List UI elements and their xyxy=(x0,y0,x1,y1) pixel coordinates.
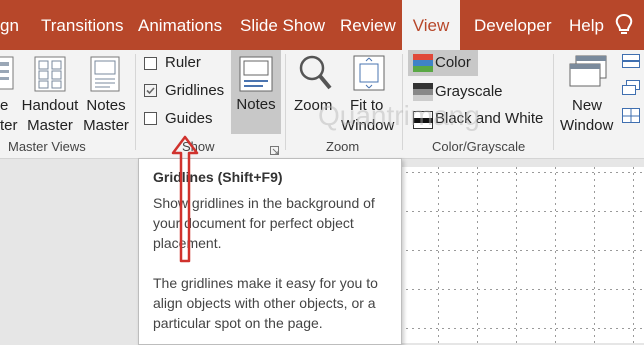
arrange-all-icon[interactable] xyxy=(622,54,640,68)
color-grayscale-group-label: Color/Grayscale xyxy=(432,139,526,154)
handout-master-label-2[interactable]: Master xyxy=(20,116,80,136)
zoom-group-label: Zoom xyxy=(326,139,360,154)
checkmark-icon xyxy=(146,87,155,95)
new-window-label-2[interactable]: Window xyxy=(560,116,613,136)
ruler-checkbox[interactable] xyxy=(144,57,157,70)
tab-help[interactable]: Help xyxy=(569,0,604,50)
new-window-icon[interactable] xyxy=(568,54,608,90)
tab-developer[interactable]: Developer xyxy=(474,0,552,50)
fit-to-window-icon[interactable] xyxy=(352,54,386,92)
handout-master-icon[interactable] xyxy=(34,56,66,92)
master-views-group-label: Master Views xyxy=(8,139,86,154)
gridlines-checkbox[interactable] xyxy=(144,84,157,97)
zoom-icon[interactable] xyxy=(298,54,332,92)
color-label: Color xyxy=(435,54,471,71)
group-divider xyxy=(135,54,136,150)
lightbulb-icon[interactable] xyxy=(612,12,636,38)
notes-master-label-2[interactable]: Master xyxy=(80,116,132,136)
gridline xyxy=(594,167,595,343)
handout-master-label-1[interactable]: Handout xyxy=(20,96,80,116)
guides-checkbox[interactable] xyxy=(144,112,157,125)
watermark: Quantrimang xyxy=(318,100,480,131)
slide-master-icon[interactable] xyxy=(0,56,14,90)
tab-animations[interactable]: Animations xyxy=(138,0,222,50)
gridline xyxy=(477,167,478,343)
group-divider xyxy=(285,54,286,150)
gridline xyxy=(400,211,644,212)
grayscale-label[interactable]: Grayscale xyxy=(435,82,503,102)
dialog-launcher-icon[interactable] xyxy=(270,142,279,155)
tab-review[interactable]: Review xyxy=(340,0,396,50)
grayscale-icon[interactable] xyxy=(413,83,433,101)
cascade-icon[interactable] xyxy=(622,80,640,96)
gridline xyxy=(438,167,439,343)
master-label-cut-2: ter xyxy=(0,117,18,134)
new-window-label-1[interactable]: New xyxy=(572,96,602,116)
ribbon-tab-bar: gn Transitions Animations Slide Show Rev… xyxy=(0,0,644,50)
gridline xyxy=(400,328,644,329)
tooltip-paragraph-2: The gridlines make it easy for you to al… xyxy=(153,275,378,331)
gridline xyxy=(555,167,556,343)
tab-design[interactable]: gn xyxy=(0,0,19,50)
notes-label: Notes xyxy=(236,96,276,113)
gridline xyxy=(400,250,644,251)
gridline xyxy=(400,289,644,290)
slide-canvas[interactable] xyxy=(400,167,644,343)
gridline xyxy=(516,167,517,343)
tab-slide-show[interactable]: Slide Show xyxy=(240,0,325,50)
tab-transitions[interactable]: Transitions xyxy=(41,0,124,50)
master-label-cut-1: e xyxy=(0,97,9,114)
gridlines-label[interactable]: Gridlines xyxy=(165,81,224,101)
gridline xyxy=(400,172,644,173)
tab-view[interactable]: View xyxy=(402,0,460,50)
ruler-label[interactable]: Ruler xyxy=(165,53,201,73)
group-divider xyxy=(553,54,554,150)
annotation-arrow xyxy=(171,135,199,263)
notes-master-icon[interactable] xyxy=(90,56,120,92)
notes-master-label-1[interactable]: Notes xyxy=(80,96,132,116)
notes-icon xyxy=(239,56,273,92)
color-swatch-icon xyxy=(413,54,433,72)
gridline xyxy=(633,167,634,343)
move-split-icon[interactable] xyxy=(622,108,640,124)
guides-label[interactable]: Guides xyxy=(165,109,213,129)
notes-button[interactable]: Notes xyxy=(231,50,281,134)
color-button[interactable]: Color xyxy=(408,50,478,76)
